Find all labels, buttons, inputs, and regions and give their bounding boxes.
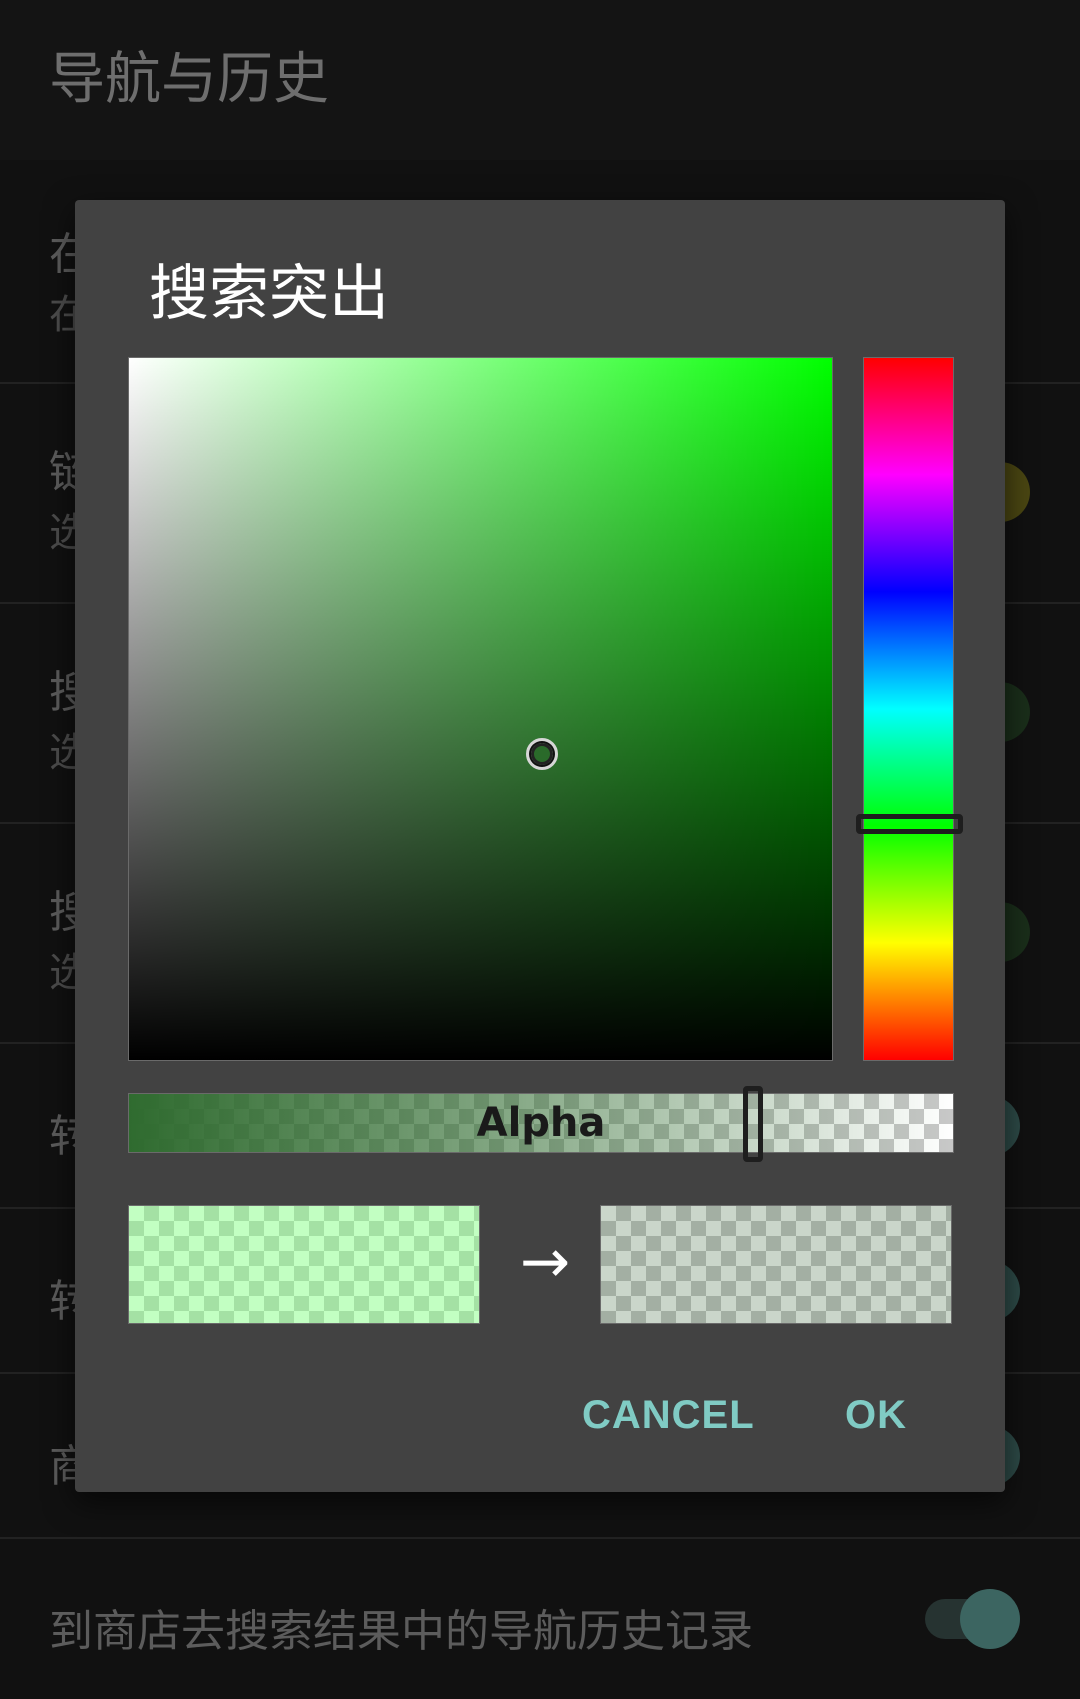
new-color-swatch xyxy=(600,1205,952,1324)
hue-slider-handle[interactable] xyxy=(856,814,963,834)
color-selector-handle[interactable] xyxy=(526,738,558,770)
alpha-label: Alpha xyxy=(476,1100,606,1146)
arrow-right-icon: → xyxy=(519,1227,571,1297)
cancel-button[interactable]: CANCEL xyxy=(582,1380,755,1450)
new-color-fill xyxy=(601,1206,951,1323)
dialog-title: 搜索突出 xyxy=(149,259,389,329)
selector-ring xyxy=(531,743,553,765)
old-color-fill xyxy=(129,1206,479,1323)
alpha-slider-handle[interactable] xyxy=(743,1086,763,1162)
ok-button[interactable]: OK xyxy=(845,1380,907,1450)
alpha-slider[interactable]: Alpha xyxy=(128,1086,954,1162)
color-picker-dialog: 搜索突出 Alpha → CANCEL OK xyxy=(75,200,1005,1492)
saturation-value-panel[interactable] xyxy=(128,357,833,1061)
hue-slider[interactable] xyxy=(856,357,963,1061)
old-color-swatch xyxy=(128,1205,480,1324)
